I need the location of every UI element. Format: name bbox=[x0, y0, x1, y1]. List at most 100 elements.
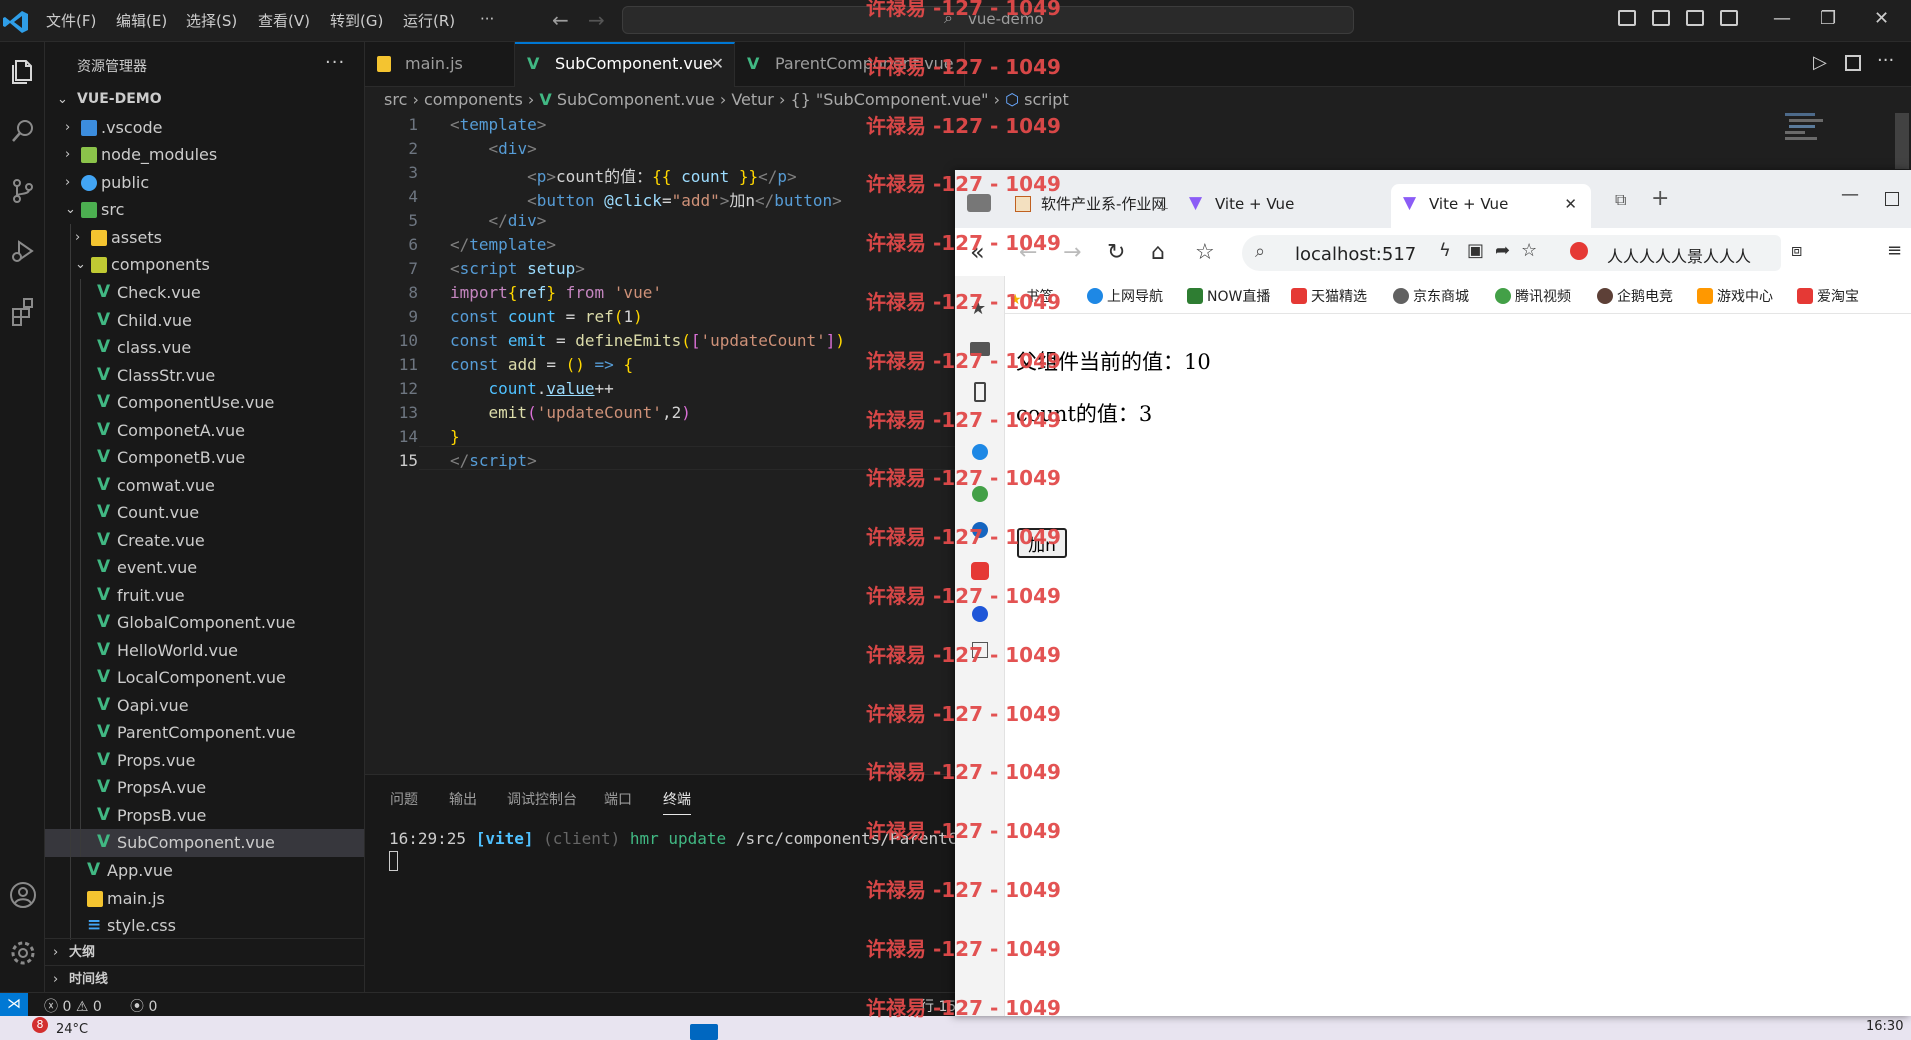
back-arrow-icon[interactable]: ← bbox=[552, 8, 569, 32]
editor-scrollbar[interactable] bbox=[1895, 113, 1909, 169]
weather-temp[interactable]: 24°C bbox=[56, 1022, 88, 1037]
menu-view[interactable]: 查看(V) bbox=[258, 10, 310, 31]
accounts-icon[interactable] bbox=[8, 880, 38, 910]
tab-main-js[interactable]: main.js bbox=[365, 42, 515, 87]
lightning-icon[interactable]: ϟ bbox=[1439, 240, 1451, 261]
more-actions-icon[interactable]: ··· bbox=[1877, 50, 1894, 71]
code-line[interactable]: </script> bbox=[450, 451, 537, 470]
code-line[interactable]: const emit = defineEmits(['updateCount']… bbox=[450, 331, 845, 350]
tree-file-component[interactable]: V PropsB.vue bbox=[45, 801, 364, 829]
tree-file-component[interactable]: V ComponentUse.vue bbox=[45, 389, 364, 417]
toggle-primary-sidebar-icon[interactable] bbox=[1618, 10, 1636, 26]
tree-file-component[interactable]: V Props.vue bbox=[45, 746, 364, 774]
tree-file-app-vue[interactable]: V App.vue bbox=[45, 857, 364, 885]
tree-folder-components[interactable]: ⌄ components bbox=[45, 251, 364, 279]
toggle-panel-icon[interactable] bbox=[1652, 10, 1670, 26]
browser-tab-vite-2[interactable]: ▼ Vite + Vue ✕ bbox=[1391, 184, 1591, 228]
minimap[interactable] bbox=[1785, 113, 1825, 143]
menu-icon[interactable]: ≡ bbox=[1887, 240, 1902, 261]
source-control-icon[interactable] bbox=[8, 176, 38, 206]
search-text[interactable]: 人人人人人景人人人 bbox=[1607, 243, 1751, 267]
tree-folder-vscode[interactable]: › .vscode bbox=[45, 114, 364, 142]
code-line[interactable]: <p>count的值：{{ count }}</p> bbox=[450, 163, 797, 187]
tree-file-component[interactable]: V Oapi.vue bbox=[45, 691, 364, 719]
tree-file-component[interactable]: V GlobalComponent.vue bbox=[45, 609, 364, 637]
tree-root-folder[interactable]: ⌄ VUE-DEMO bbox=[45, 86, 364, 114]
tree-folder-src[interactable]: ⌄ src bbox=[45, 196, 364, 224]
tab-debug-console[interactable]: 调试控制台 bbox=[507, 789, 577, 809]
tree-file-component[interactable]: V ClassStr.vue bbox=[45, 361, 364, 389]
pin-icon[interactable]: ⊥ bbox=[1156, 184, 1169, 224]
bookmark-item[interactable]: 腾讯视频 bbox=[1495, 286, 1571, 306]
tree-file-component[interactable]: V ComponetB.vue bbox=[45, 444, 364, 472]
tree-file-component[interactable]: Vcomwat.vue bbox=[45, 471, 364, 499]
code-line[interactable]: const count = ref(1) bbox=[450, 307, 643, 326]
tree-file-component[interactable]: Vclass.vue bbox=[45, 334, 364, 362]
menu-selection[interactable]: 选择(S) bbox=[186, 10, 237, 31]
breadcrumb-item[interactable]: {} "SubComponent.vue" bbox=[790, 90, 988, 109]
code-line[interactable]: </template> bbox=[450, 235, 556, 254]
bookmark-item[interactable]: 上网导航 bbox=[1087, 286, 1163, 306]
restore-icon[interactable]: ❐ bbox=[1820, 8, 1836, 29]
forward-arrow-icon[interactable]: → bbox=[1063, 240, 1081, 265]
code-line[interactable]: import{ref} from 'vue' bbox=[450, 283, 662, 302]
tab-close-icon[interactable]: ✕ bbox=[1564, 184, 1577, 224]
menu-file[interactable]: 文件(F) bbox=[46, 10, 96, 31]
tab-problems[interactable]: 问题 bbox=[390, 789, 418, 809]
remote-indicator-icon[interactable]: ⋊ bbox=[0, 993, 28, 1017]
search-engine-icon[interactable] bbox=[1570, 242, 1588, 260]
errors-indicator[interactable]: ⓧ 0 ⚠ 0 bbox=[44, 996, 102, 1016]
tree-file-style-css[interactable]: ≡ style.css bbox=[45, 912, 364, 940]
tree-file-component[interactable]: Vfruit.vue bbox=[45, 581, 364, 609]
outline-section[interactable]: › 大纲 bbox=[45, 939, 364, 967]
chat-icon[interactable] bbox=[972, 444, 988, 460]
breadcrumb-item[interactable]: SubComponent.vue bbox=[557, 90, 715, 109]
red-app-icon[interactable] bbox=[971, 562, 989, 580]
tree-file-component[interactable]: V ComponetA.vue bbox=[45, 416, 364, 444]
browser-tab-vite-1[interactable]: ▼ Vite + Vue bbox=[1177, 184, 1389, 228]
extensions-icon[interactable] bbox=[8, 296, 38, 326]
tree-file-component[interactable]: V Count.vue bbox=[45, 499, 364, 527]
breadcrumb-item[interactable]: script bbox=[1024, 90, 1069, 109]
tab-terminal[interactable]: 终端 bbox=[663, 789, 691, 815]
home-icon[interactable]: ⌂ bbox=[1151, 240, 1165, 265]
minimize-icon[interactable]: — bbox=[1773, 8, 1791, 29]
tree-file-component[interactable]: V ParentComponent.vue bbox=[45, 719, 364, 747]
minimize-icon[interactable]: — bbox=[1841, 184, 1859, 205]
windows-start-icon[interactable] bbox=[690, 1024, 718, 1040]
tree-file-component[interactable]: V SubComponent.vue bbox=[45, 829, 364, 857]
forward-arrow-icon[interactable]: → bbox=[588, 8, 605, 32]
menu-edit[interactable]: 编辑(E) bbox=[116, 10, 167, 31]
reload-icon[interactable]: ↻ bbox=[1107, 240, 1125, 265]
extensions-icon[interactable]: ⧈ bbox=[1791, 240, 1802, 261]
new-tab-icon[interactable]: + bbox=[1651, 186, 1669, 211]
run-debug-icon[interactable] bbox=[8, 236, 38, 266]
breadcrumb-item[interactable]: components bbox=[424, 90, 523, 109]
share-icon[interactable]: ➦ bbox=[1495, 240, 1510, 261]
breadcrumb-item[interactable]: Vetur bbox=[731, 90, 774, 109]
tab-ports[interactable]: 端口 bbox=[604, 789, 632, 809]
code-line[interactable]: } bbox=[450, 427, 460, 446]
breadcrumb-item[interactable]: src bbox=[384, 90, 407, 109]
tab-output[interactable]: 输出 bbox=[449, 789, 477, 809]
code-line[interactable]: </div> bbox=[450, 211, 547, 230]
code-line[interactable]: <script setup> bbox=[450, 259, 585, 278]
menu-run[interactable]: 运行(R) bbox=[403, 10, 455, 31]
tree-folder-public[interactable]: › public bbox=[45, 169, 364, 197]
tree-file-component[interactable]: V LocalComponent.vue bbox=[45, 664, 364, 692]
settings-gear-icon[interactable] bbox=[8, 938, 38, 968]
ports-indicator[interactable]: ⦿ 0 bbox=[130, 996, 157, 1016]
code-line[interactable]: <div> bbox=[450, 139, 537, 158]
code-line[interactable]: count.value++ bbox=[450, 379, 614, 398]
tree-file-main-js[interactable]: main.js bbox=[45, 885, 364, 913]
bookmark-item[interactable]: 游戏中心 bbox=[1697, 286, 1773, 306]
tree-folder-node-modules[interactable]: › node_modules bbox=[45, 141, 364, 169]
menu-go[interactable]: 转到(G) bbox=[330, 10, 383, 31]
tree-folder-assets[interactable]: › assets bbox=[45, 224, 364, 252]
bookmark-item[interactable]: 爱淘宝 bbox=[1797, 286, 1859, 306]
code-line[interactable]: emit('updateCount',2) bbox=[450, 403, 691, 422]
tree-file-component[interactable]: V Child.vue bbox=[45, 306, 364, 334]
tree-file-component[interactable]: V PropsA.vue bbox=[45, 774, 364, 802]
tree-file-component[interactable]: V Check.vue bbox=[45, 279, 364, 307]
bookmark-item[interactable]: NOW直播 bbox=[1187, 286, 1270, 306]
